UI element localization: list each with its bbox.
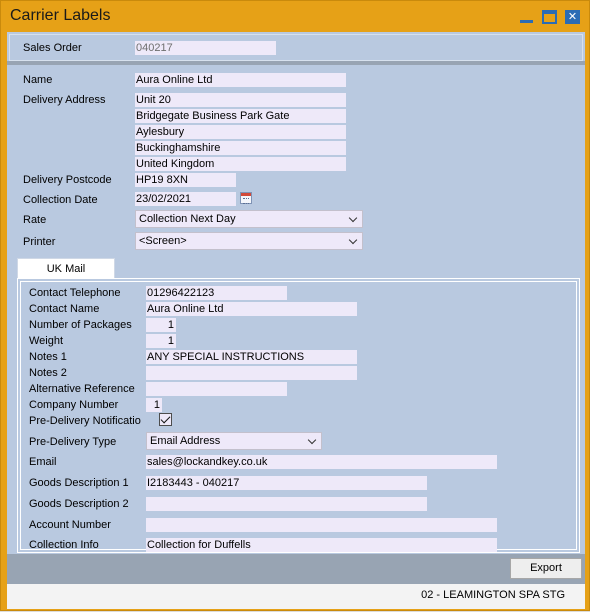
- uk-mail-fields-panel: Contact Telephone 01296422123 Contact Na…: [20, 281, 577, 552]
- alternative-reference-label: Alternative Reference: [29, 383, 135, 395]
- chevron-down-icon: [308, 433, 317, 449]
- number-of-packages-label: Number of Packages: [29, 319, 132, 331]
- background-strip: [0, 611, 590, 615]
- calendar-icon[interactable]: [240, 192, 252, 204]
- pre-delivery-type-label: Pre-Delivery Type: [29, 436, 117, 448]
- email-field[interactable]: sales@lockandkey.co.uk: [146, 455, 497, 469]
- address-line-5[interactable]: United Kingdom: [135, 157, 346, 171]
- delivery-address-label: Delivery Address: [23, 94, 106, 106]
- sales-order-label: Sales Order: [23, 42, 82, 54]
- number-of-packages-field[interactable]: 1: [146, 318, 176, 332]
- chevron-down-icon: [349, 233, 358, 249]
- address-line-1[interactable]: Unit 20: [135, 93, 346, 107]
- contact-name-field[interactable]: Aura Online Ltd: [146, 302, 357, 316]
- address-line-2[interactable]: Bridgegate Business Park Gate: [135, 109, 346, 123]
- status-bar: 02 - LEAMINGTON SPA STG: [7, 584, 585, 609]
- minimize-icon[interactable]: [519, 10, 534, 24]
- uk-mail-tab-page: Contact Telephone 01296422123 Contact Na…: [17, 278, 580, 553]
- email-label: Email: [29, 456, 57, 468]
- name-field[interactable]: Aura Online Ltd: [135, 73, 346, 87]
- close-icon[interactable]: ✕: [565, 10, 580, 24]
- collection-info-label: Collection Info: [29, 539, 99, 551]
- contact-name-label: Contact Name: [29, 303, 100, 315]
- export-button[interactable]: Export: [510, 558, 582, 579]
- notes-1-label: Notes 1: [29, 351, 67, 363]
- window-title: Carrier Labels: [10, 7, 111, 24]
- company-number-field[interactable]: 1: [146, 398, 162, 412]
- printer-dropdown[interactable]: <Screen>: [135, 232, 363, 250]
- separator: [7, 61, 585, 65]
- status-branch-text: 02 - LEAMINGTON SPA STG: [421, 589, 565, 601]
- printer-value: <Screen>: [139, 235, 187, 247]
- sales-order-panel: [9, 34, 583, 61]
- delivery-postcode-label: Delivery Postcode: [23, 174, 112, 186]
- contact-telephone-label: Contact Telephone: [29, 287, 121, 299]
- sales-order-field: 040217: [135, 41, 276, 55]
- carrier-labels-window: Carrier Labels ✕ Sales Order 040217 Name…: [0, 0, 590, 611]
- goods-description-1-field[interactable]: I2183443 - 040217: [146, 476, 427, 490]
- title-bar[interactable]: Carrier Labels ✕: [1, 1, 589, 32]
- account-number-label: Account Number: [29, 519, 111, 531]
- address-line-4[interactable]: Buckinghamshire: [135, 141, 346, 155]
- printer-label: Printer: [23, 236, 56, 248]
- pre-delivery-type-dropdown[interactable]: Email Address: [146, 432, 322, 450]
- pre-delivery-notification-checkbox[interactable]: [159, 413, 172, 426]
- goods-description-1-label: Goods Description 1: [29, 477, 129, 489]
- chevron-down-icon: [349, 211, 358, 227]
- alternative-reference-field[interactable]: [146, 382, 287, 396]
- tab-uk-mail[interactable]: UK Mail: [17, 258, 115, 279]
- button-bar: [7, 554, 585, 584]
- rate-value: Collection Next Day: [139, 213, 236, 225]
- notes-1-field[interactable]: ANY SPECIAL INSTRUCTIONS: [146, 350, 357, 364]
- account-number-field[interactable]: [146, 518, 497, 532]
- weight-label: Weight: [29, 335, 64, 347]
- notes-2-field[interactable]: [146, 366, 357, 380]
- collection-date-field[interactable]: 23/02/2021: [135, 192, 236, 206]
- company-number-label: Company Number: [29, 399, 119, 411]
- notes-2-label: Notes 2: [29, 367, 67, 379]
- weight-field[interactable]: 1: [146, 334, 176, 348]
- postcode-field[interactable]: HP19 8XN: [135, 173, 236, 187]
- rate-dropdown[interactable]: Collection Next Day: [135, 210, 363, 228]
- maximize-icon[interactable]: [542, 10, 557, 24]
- pre-delivery-notification-label: Pre-Delivery Notificatio: [29, 415, 141, 427]
- name-label: Name: [23, 74, 53, 86]
- address-line-3[interactable]: Aylesbury: [135, 125, 346, 139]
- collection-info-field[interactable]: Collection for Duffells: [146, 538, 497, 552]
- form-area: Sales Order 040217 Name Aura Online Ltd …: [7, 32, 585, 609]
- collection-date-label: Collection Date: [23, 194, 98, 206]
- goods-description-2-label: Goods Description 2: [29, 498, 129, 510]
- rate-label: Rate: [23, 214, 47, 226]
- goods-description-2-field[interactable]: [146, 497, 427, 511]
- contact-telephone-field[interactable]: 01296422123: [146, 286, 287, 300]
- pre-delivery-type-value: Email Address: [150, 435, 221, 447]
